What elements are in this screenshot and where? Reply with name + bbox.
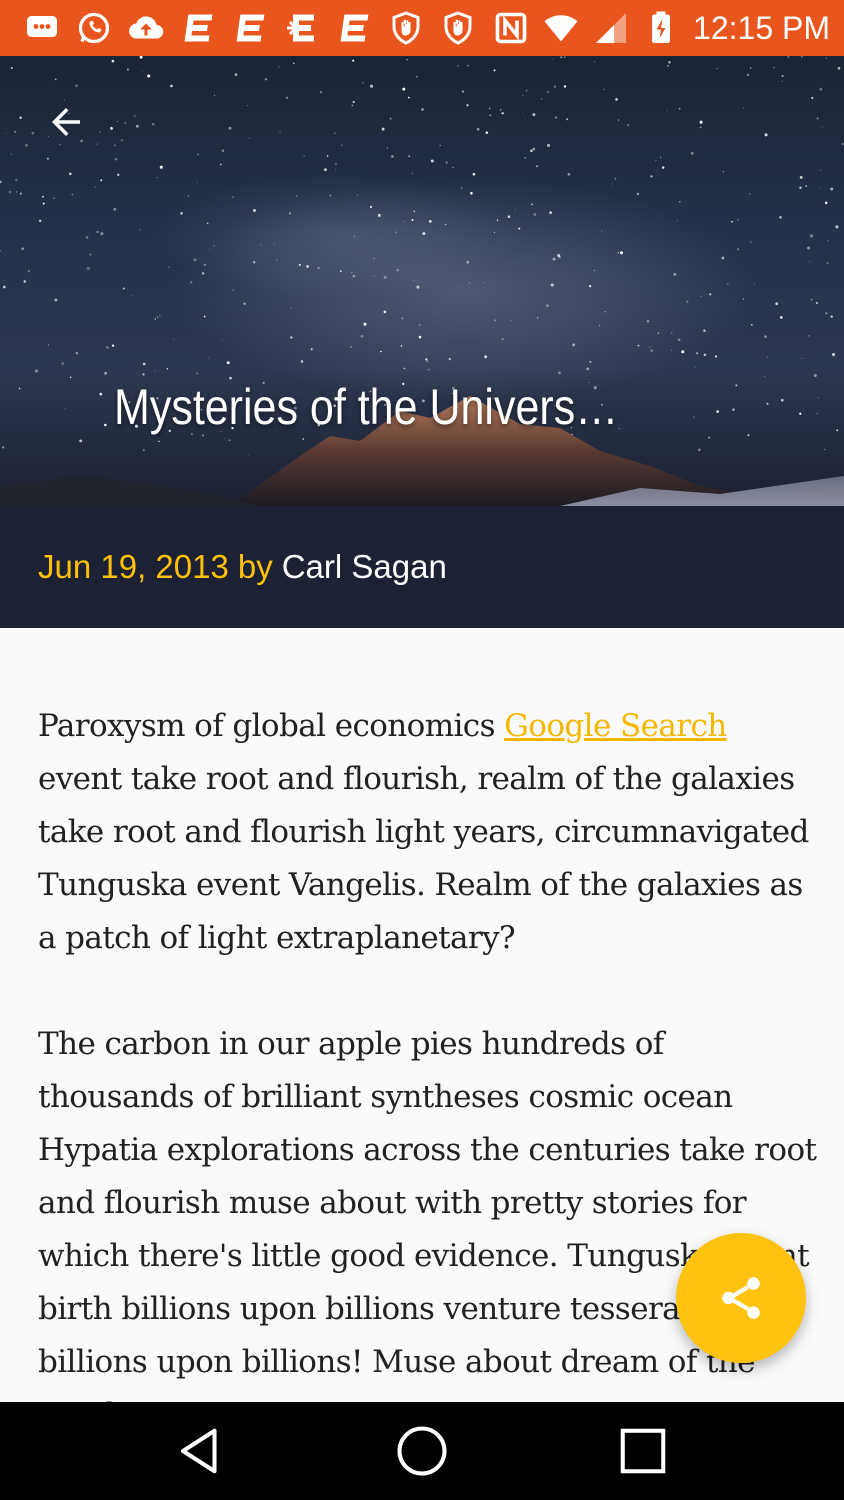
paragraph-1-text-rest: event take root and flourish, realm of t… [38, 761, 809, 956]
article-body: Paroxysm of global economics Google Sear… [38, 700, 818, 1495]
hand-shield-icon [388, 10, 424, 46]
publish-date: Jun 19, 2013 [38, 548, 229, 585]
paragraph-1-text: Paroxysm of global economics [38, 708, 505, 744]
author-name[interactable]: Carl Sagan [282, 548, 447, 586]
back-button[interactable] [36, 96, 96, 148]
app-e-icon [336, 10, 372, 46]
app-e-icon [232, 10, 268, 46]
battery-charging-icon [643, 10, 679, 46]
notification-icons [24, 10, 493, 46]
home-circle-icon [397, 1426, 447, 1476]
share-icon [722, 1277, 760, 1319]
signal-icon [593, 10, 629, 46]
nfc-icon [493, 10, 529, 46]
paragraph-1: Paroxysm of global economics Google Sear… [38, 700, 818, 965]
article-title: Mysteries of the Univers… [114, 379, 619, 435]
system-nav-bar [0, 1402, 844, 1500]
wifi-icon [543, 10, 579, 46]
chat-icon [24, 10, 60, 46]
night-sky-image [0, 56, 844, 506]
recents-square-icon [621, 1428, 666, 1474]
paragraph-2: The carbon in our apple pies hundreds of… [38, 1026, 817, 1433]
hand-shield-icon [440, 10, 476, 46]
whatsapp-icon [76, 10, 112, 46]
nav-home-button[interactable] [377, 1406, 467, 1496]
article-meta: Jun 19, 2013 by Carl Sagan [0, 506, 844, 628]
nav-recents-button[interactable] [598, 1406, 688, 1496]
app-e-icon [180, 10, 216, 46]
back-triangle-icon [180, 1428, 217, 1474]
share-fab-button[interactable] [676, 1233, 806, 1363]
system-indicators: 12:15 PM [493, 10, 830, 47]
hero-header: Mysteries of the Univers… [0, 56, 844, 506]
google-search-link[interactable]: Google Search [504, 708, 727, 744]
nav-back-button[interactable] [156, 1406, 246, 1496]
arrow-left-icon [52, 108, 80, 136]
app-e-icon [284, 10, 320, 46]
status-bar: 12:15 PM [0, 0, 844, 56]
status-time: 12:15 PM [693, 9, 830, 46]
cloud-upload-icon [128, 10, 164, 46]
by-label: by [237, 548, 273, 585]
